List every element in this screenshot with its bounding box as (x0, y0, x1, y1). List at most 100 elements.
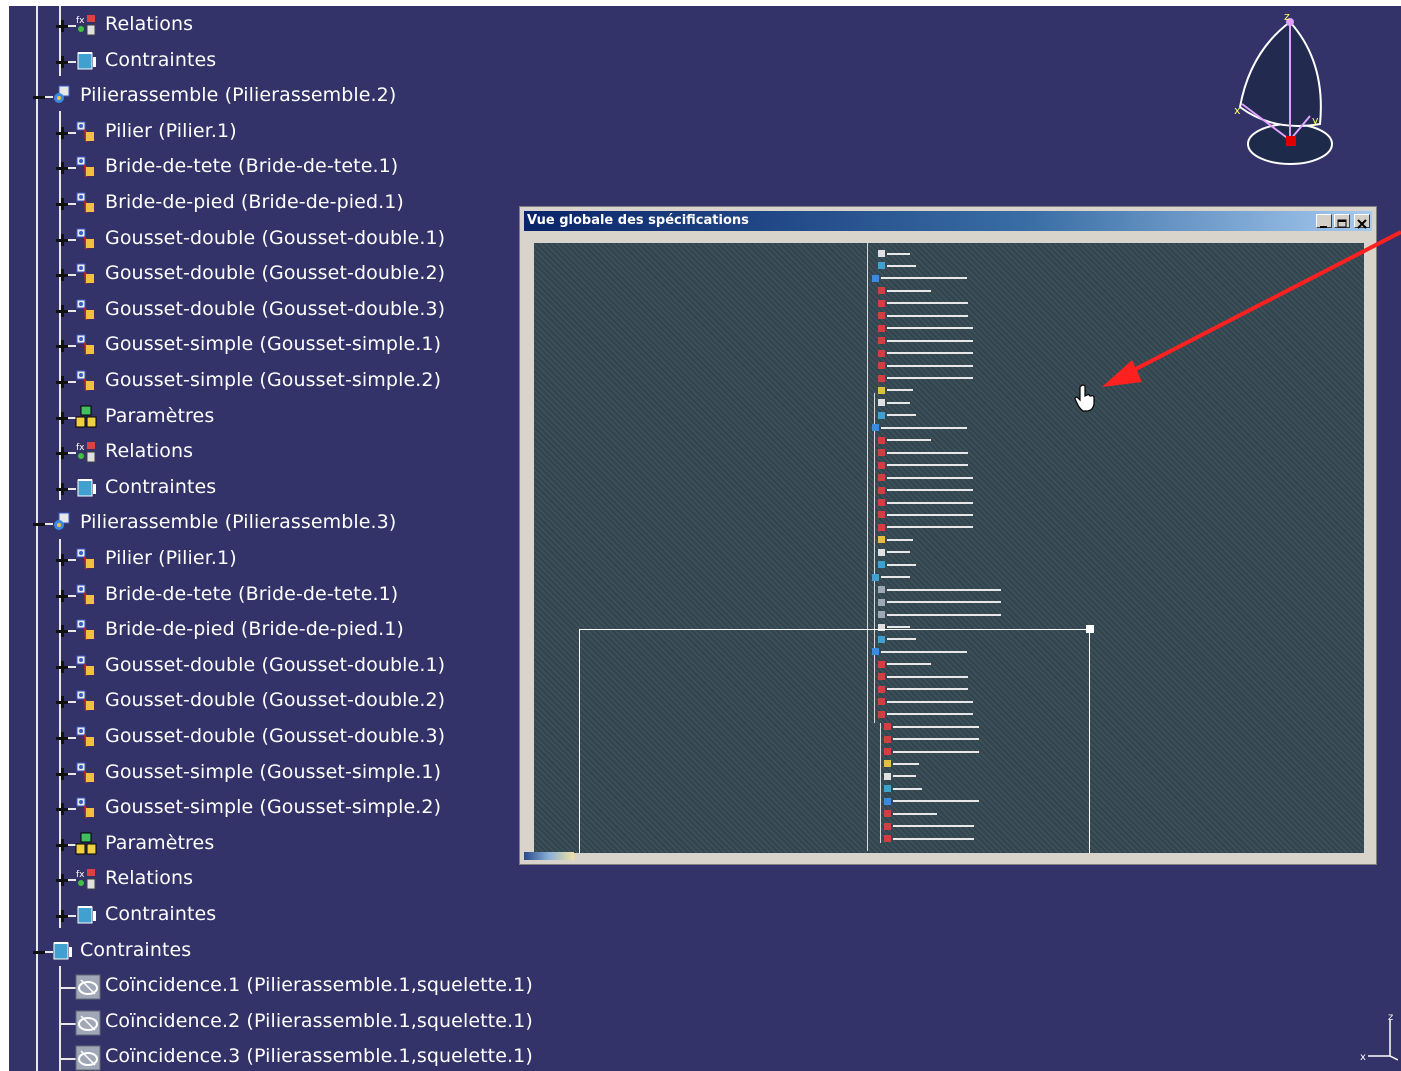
tree-node[interactable]: Contraintes (9, 936, 529, 966)
expand-icon[interactable] (56, 162, 68, 175)
expand-icon[interactable] (56, 198, 68, 210)
tree-node-label: Gousset-simple (Gousset-simple.2) (105, 369, 442, 391)
tree-node[interactable]: Gousset-simple (Gousset-simple.2) (9, 793, 529, 823)
overview-node-icon (872, 573, 879, 581)
coincidence-icon (75, 1045, 101, 1071)
overview-node-label (887, 526, 973, 529)
tree-node[interactable]: Bride-de-tete (Bride-de-tete.1) (9, 580, 529, 610)
part-icon (75, 120, 97, 144)
coincidence-icon (75, 1010, 101, 1036)
tree-node[interactable]: Gousset-double (Gousset-double.3) (9, 722, 529, 752)
expand-icon[interactable] (56, 304, 68, 317)
relations-icon: fx (75, 440, 97, 464)
part-icon (75, 547, 97, 571)
part-icon (75, 725, 97, 749)
expand-icon[interactable] (56, 269, 68, 282)
tree-node[interactable]: Gousset-double (Gousset-double.1) (9, 651, 529, 681)
part-icon (75, 689, 97, 713)
frame-resize-handle[interactable] (1086, 625, 1094, 633)
part-icon (75, 654, 97, 678)
tree-node-label: Pilier (Pilier.1) (105, 547, 237, 569)
overview-node-label (887, 377, 973, 379)
collapse-icon[interactable] (33, 946, 45, 958)
expand-icon[interactable] (56, 732, 68, 744)
tree-node[interactable]: Bride-de-pied (Bride-de-pied.1) (9, 615, 529, 645)
tree-node[interactable]: Paramètres (9, 829, 529, 859)
tree-node[interactable]: fx Relations (9, 437, 529, 467)
overview-node-icon (878, 374, 885, 382)
overview-node-label (887, 252, 911, 255)
tree-node[interactable]: Gousset-double (Gousset-double.1) (9, 224, 529, 254)
tree-node[interactable]: Pilier (Pilier.1) (9, 117, 529, 147)
expand-icon[interactable] (56, 482, 68, 495)
tree-node[interactable]: fx Relations (9, 864, 529, 894)
collapse-icon[interactable] (33, 518, 45, 530)
overview-node-icon (878, 436, 885, 444)
expand-icon[interactable] (56, 838, 68, 851)
tree-node[interactable]: Pilierassemble (Pilierassemble.2) (9, 81, 529, 111)
tree-node[interactable]: Gousset-simple (Gousset-simple.2) (9, 366, 529, 396)
overview-node-icon (878, 262, 885, 270)
expand-icon[interactable] (56, 803, 68, 816)
overview-tree-node (878, 461, 968, 470)
tree-node[interactable]: Paramètres (9, 402, 529, 432)
expand-icon[interactable] (56, 910, 68, 922)
expand-icon[interactable] (56, 411, 68, 424)
expand-icon[interactable] (56, 554, 68, 566)
overview-tree-node (872, 423, 967, 432)
overview-node-label (887, 489, 973, 492)
overview-view-frame[interactable] (579, 629, 1090, 853)
svg-text:fx: fx (76, 443, 85, 453)
tree-node[interactable]: Gousset-double (Gousset-double.3) (9, 295, 529, 325)
tree-node-label: Gousset-simple (Gousset-simple.1) (105, 333, 442, 356)
tree-node[interactable]: Gousset-double (Gousset-double.2) (9, 686, 529, 716)
tree-node[interactable]: Contraintes (9, 46, 529, 76)
tree-node[interactable]: Pilier (Pilier.1) (9, 544, 529, 574)
overview-node-label (887, 538, 913, 541)
axis-z-label: z (1388, 1012, 1393, 1023)
overview-node-icon (878, 511, 885, 519)
overview-node-label (887, 613, 1002, 616)
tree-node[interactable]: Coïncidence.2 (Pilierassemble.1,squelett… (9, 1007, 533, 1037)
overview-tree-node (878, 598, 1002, 607)
tree-node-label: Bride-de-tete (Bride-de-tete.1) (105, 155, 399, 178)
tree-node[interactable]: Bride-de-pied (Bride-de-pied.1) (9, 188, 529, 218)
tree-node[interactable]: Bride-de-tete (Bride-de-tete.1) (9, 152, 529, 182)
expand-icon[interactable] (56, 625, 68, 638)
expand-icon[interactable] (56, 20, 68, 32)
tree-node[interactable]: Coïncidence.1 (Pilierassemble.1,squelett… (9, 971, 533, 1001)
tree-node[interactable]: fx Relations (9, 10, 529, 40)
constraints-icon (75, 476, 97, 500)
expand-icon[interactable] (56, 447, 68, 460)
expand-icon[interactable] (56, 126, 68, 139)
overview-node-label (887, 626, 911, 628)
expand-icon[interactable] (56, 767, 68, 780)
overview-node-label (887, 563, 916, 566)
tree-node[interactable]: Gousset-double (Gousset-double.2) (9, 259, 529, 289)
tree-node[interactable]: Gousset-simple (Gousset-simple.1) (9, 330, 529, 360)
overview-node-label (887, 264, 916, 267)
expand-icon[interactable] (56, 233, 68, 246)
collapse-icon[interactable] (33, 91, 45, 103)
expand-icon[interactable] (56, 660, 68, 673)
overview-tree-node (878, 498, 973, 507)
expand-icon[interactable] (56, 55, 68, 68)
expand-icon[interactable] (56, 696, 68, 709)
expand-icon[interactable] (56, 589, 68, 602)
overview-tree-node (878, 398, 911, 407)
tree-node-label: Pilier (Pilier.1) (105, 119, 237, 142)
tree-node[interactable]: Pilierassemble (Pilierassemble.3) (9, 508, 529, 538)
overview-tree-node (878, 448, 968, 457)
tree-node[interactable]: Coïncidence.3 (Pilierassemble.1,squelett… (9, 1042, 533, 1071)
overview-tree-node (878, 361, 973, 370)
expand-icon[interactable] (56, 874, 68, 887)
tree-node[interactable]: Contraintes (9, 473, 529, 503)
overview-node-icon (878, 598, 885, 606)
tree-node-label: Gousset-simple (Gousset-simple.2) (105, 796, 442, 819)
expand-icon[interactable] (56, 376, 68, 388)
expand-icon[interactable] (56, 340, 68, 353)
tree-node[interactable]: Gousset-simple (Gousset-simple.1) (9, 758, 529, 788)
tree-node[interactable]: Contraintes (9, 900, 529, 930)
compass-icon[interactable]: z x y (1228, 12, 1348, 172)
tree-node-label: Pilierassemble (Pilierassemble.3) (80, 511, 397, 534)
